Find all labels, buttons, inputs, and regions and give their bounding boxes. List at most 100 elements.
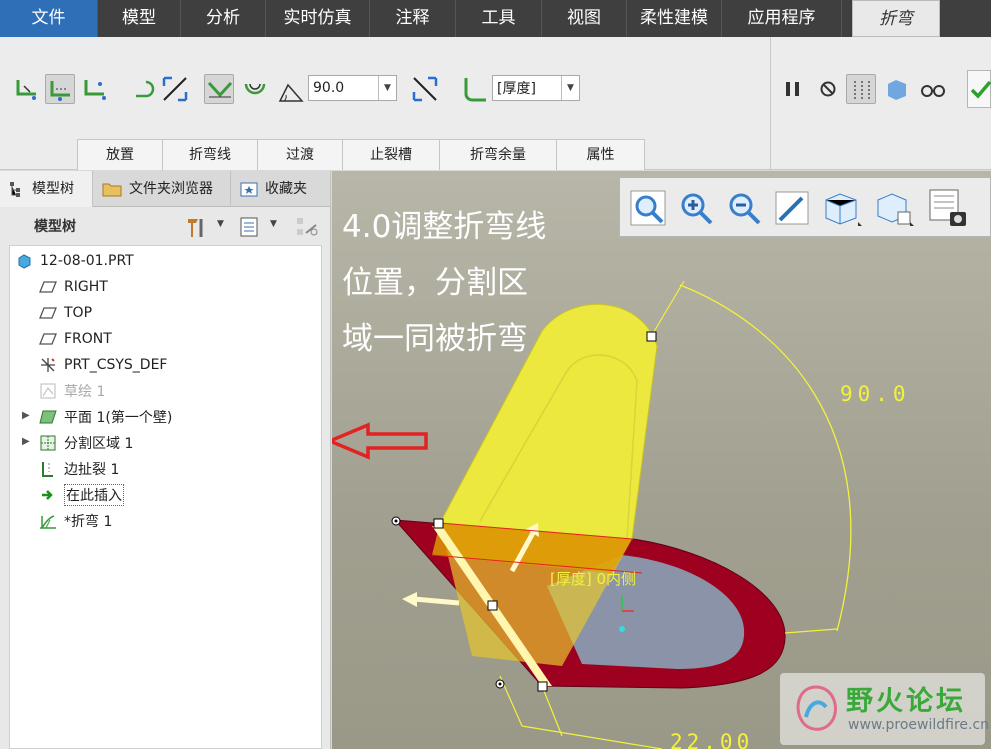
tree-item-bend[interactable]: *折弯 1 (38, 509, 112, 533)
menu-analysis[interactable]: 分析 (181, 0, 266, 37)
wall-icon (38, 408, 58, 426)
drag-handle (487, 600, 498, 611)
ribbon: 90.0 ▼ [厚度] ▼ 放置 折弯线 过渡 止裂槽 折弯余量 属性 (0, 37, 991, 170)
flip-direction-icon[interactable] (160, 74, 190, 104)
zoom-out-icon[interactable] (724, 188, 764, 228)
no-preview-icon[interactable] (813, 74, 843, 104)
flip-arrow (413, 596, 460, 606)
tab-transition[interactable]: 过渡 (257, 139, 343, 170)
named-views-icon[interactable] (924, 186, 968, 230)
angle-input[interactable]: 90.0 ▼ (308, 75, 397, 101)
insert-here-icon (38, 486, 58, 504)
flip-angle-icon[interactable] (410, 74, 440, 104)
graphics-window[interactable]: 90.0 [厚度] 0内侧 22.00 4.0调整折弯线 位置，分割区 域一同被… (332, 171, 991, 749)
tree-item-label: 边扯裂 1 (64, 462, 120, 478)
tree-item-split-region[interactable]: 分割区域 1 (38, 431, 133, 455)
tree-item-label: TOP (64, 305, 93, 321)
tree-item-label: 12-08-01.PRT (40, 253, 134, 269)
bend-to-edge-icon[interactable] (45, 74, 75, 104)
chevron-down-icon[interactable]: ▼ (270, 219, 277, 229)
tree-item-edge-rip[interactable]: 边扯裂 1 (38, 457, 119, 481)
menu-file[interactable]: 文件 (0, 0, 98, 37)
saved-orientations-icon[interactable] (872, 186, 916, 230)
chevron-down-icon[interactable]: ▼ (217, 219, 224, 229)
menu-tools[interactable]: 工具 (456, 0, 542, 37)
radius-side-icon[interactable] (460, 74, 490, 104)
tools-icon[interactable] (184, 215, 208, 239)
display-style-icon[interactable] (820, 186, 864, 230)
bend-icon (38, 512, 58, 530)
tree-icon (10, 182, 20, 197)
model-tree: 12-08-01.PRT RIGHT TOP FRONT PRT_CSYS_DE… (9, 245, 322, 749)
tab-bend[interactable]: 折弯 (852, 0, 940, 37)
tab-bend-line[interactable]: 折弯线 (162, 139, 258, 170)
tree-item-csys[interactable]: PRT_CSYS_DEF (38, 353, 167, 377)
expand-arrow-icon[interactable]: ▶ (22, 436, 30, 447)
tab-model-tree[interactable]: 模型树 (0, 171, 93, 207)
tab-favorites-label: 收藏夹 (265, 181, 307, 197)
show-hide-icon[interactable] (294, 215, 320, 239)
ok-button[interactable] (967, 70, 991, 108)
drag-handle (394, 519, 398, 523)
ribbon-subtabs: 放置 折弯线 过渡 止裂槽 折弯余量 属性 (77, 139, 645, 170)
split-region-icon (38, 434, 58, 452)
pause-icon[interactable] (778, 74, 808, 104)
tree-item-label: PRT_CSYS_DEF (64, 357, 168, 373)
tree-item-label: *折弯 1 (64, 514, 113, 530)
tree-item-front[interactable]: FRONT (38, 327, 112, 351)
verify-icon[interactable] (882, 74, 912, 104)
tab-bend-allowance[interactable]: 折弯余量 (439, 139, 557, 170)
datum-plane-icon (38, 330, 58, 348)
tree-item-part[interactable]: 12-08-01.PRT (14, 249, 134, 273)
refit-icon[interactable] (628, 188, 668, 228)
tab-model-tree-label: 模型树 (32, 181, 74, 197)
menu-applications[interactable]: 应用程序 (722, 0, 842, 37)
menu-view[interactable]: 视图 (542, 0, 627, 37)
navigator-tabs: 模型树 文件夹浏览器 收藏夹 (0, 171, 331, 207)
csys-cyan-point (619, 626, 625, 632)
tree-item-top[interactable]: TOP (38, 301, 92, 325)
caption-line: 4.0调整折弯线 (342, 209, 547, 245)
tab-properties[interactable]: 属性 (556, 139, 645, 170)
chevron-down-icon[interactable]: ▼ (561, 76, 579, 100)
tab-folder-browser[interactable]: 文件夹浏览器 (93, 171, 231, 207)
preview-geometry-icon[interactable] (846, 74, 876, 104)
view-toolbar (619, 177, 991, 237)
sketch-icon (38, 382, 58, 400)
datum-plane-icon (38, 304, 58, 322)
settings-list-icon[interactable] (238, 215, 260, 239)
menu-realtime-sim[interactable]: 实时仿真 (266, 0, 370, 37)
bend-roll-icon[interactable] (130, 74, 160, 104)
bend-to-end-icon[interactable] (12, 74, 42, 104)
tree-item-sketch[interactable]: 草绘 1 (38, 379, 105, 403)
forum-logo (796, 685, 837, 731)
drag-handle (646, 331, 657, 342)
tree-item-first-wall[interactable]: 平面 1(第一个壁) (38, 405, 172, 429)
expand-arrow-icon[interactable]: ▶ (22, 410, 30, 421)
thickness-note-text[interactable]: [厚度] 0内侧 (550, 570, 636, 588)
tab-relief[interactable]: 止裂槽 (342, 139, 440, 170)
angle-dimension-text[interactable]: 90.0 (840, 382, 911, 406)
check-icon (970, 80, 991, 99)
bend-to-line-icon[interactable] (80, 74, 110, 104)
thickness-select[interactable]: [厚度] ▼ (492, 75, 580, 101)
tab-placement[interactable]: 放置 (77, 139, 163, 170)
menu-annotate[interactable]: 注释 (370, 0, 456, 37)
watermark-url: www.proewildfire.cn (848, 717, 990, 733)
repaint-icon[interactable] (772, 188, 812, 228)
menu-bar: 文件 模型 分析 实时仿真 注释 工具 视图 柔性建模 应用程序 折弯 (0, 0, 991, 37)
tree-item-label: 分割区域 1 (64, 436, 134, 452)
tree-item-insert-here[interactable]: 在此插入 (38, 483, 124, 507)
length-dimension-text[interactable]: 22.00 (670, 730, 753, 749)
chevron-down-icon[interactable]: ▼ (378, 76, 396, 100)
bend-radius-icon[interactable] (240, 74, 270, 104)
tab-favorites[interactable]: 收藏夹 (231, 171, 331, 207)
menu-model[interactable]: 模型 (98, 0, 181, 37)
model-tree-title: 模型树 (34, 219, 76, 235)
glasses-icon[interactable] (918, 74, 948, 104)
tree-item-right[interactable]: RIGHT (38, 275, 108, 299)
menu-flexible-modeling[interactable]: 柔性建模 (627, 0, 722, 37)
bend-both-sides-icon[interactable] (204, 74, 234, 104)
zoom-in-icon[interactable] (676, 188, 716, 228)
tree-item-label: 在此插入 (64, 484, 124, 506)
